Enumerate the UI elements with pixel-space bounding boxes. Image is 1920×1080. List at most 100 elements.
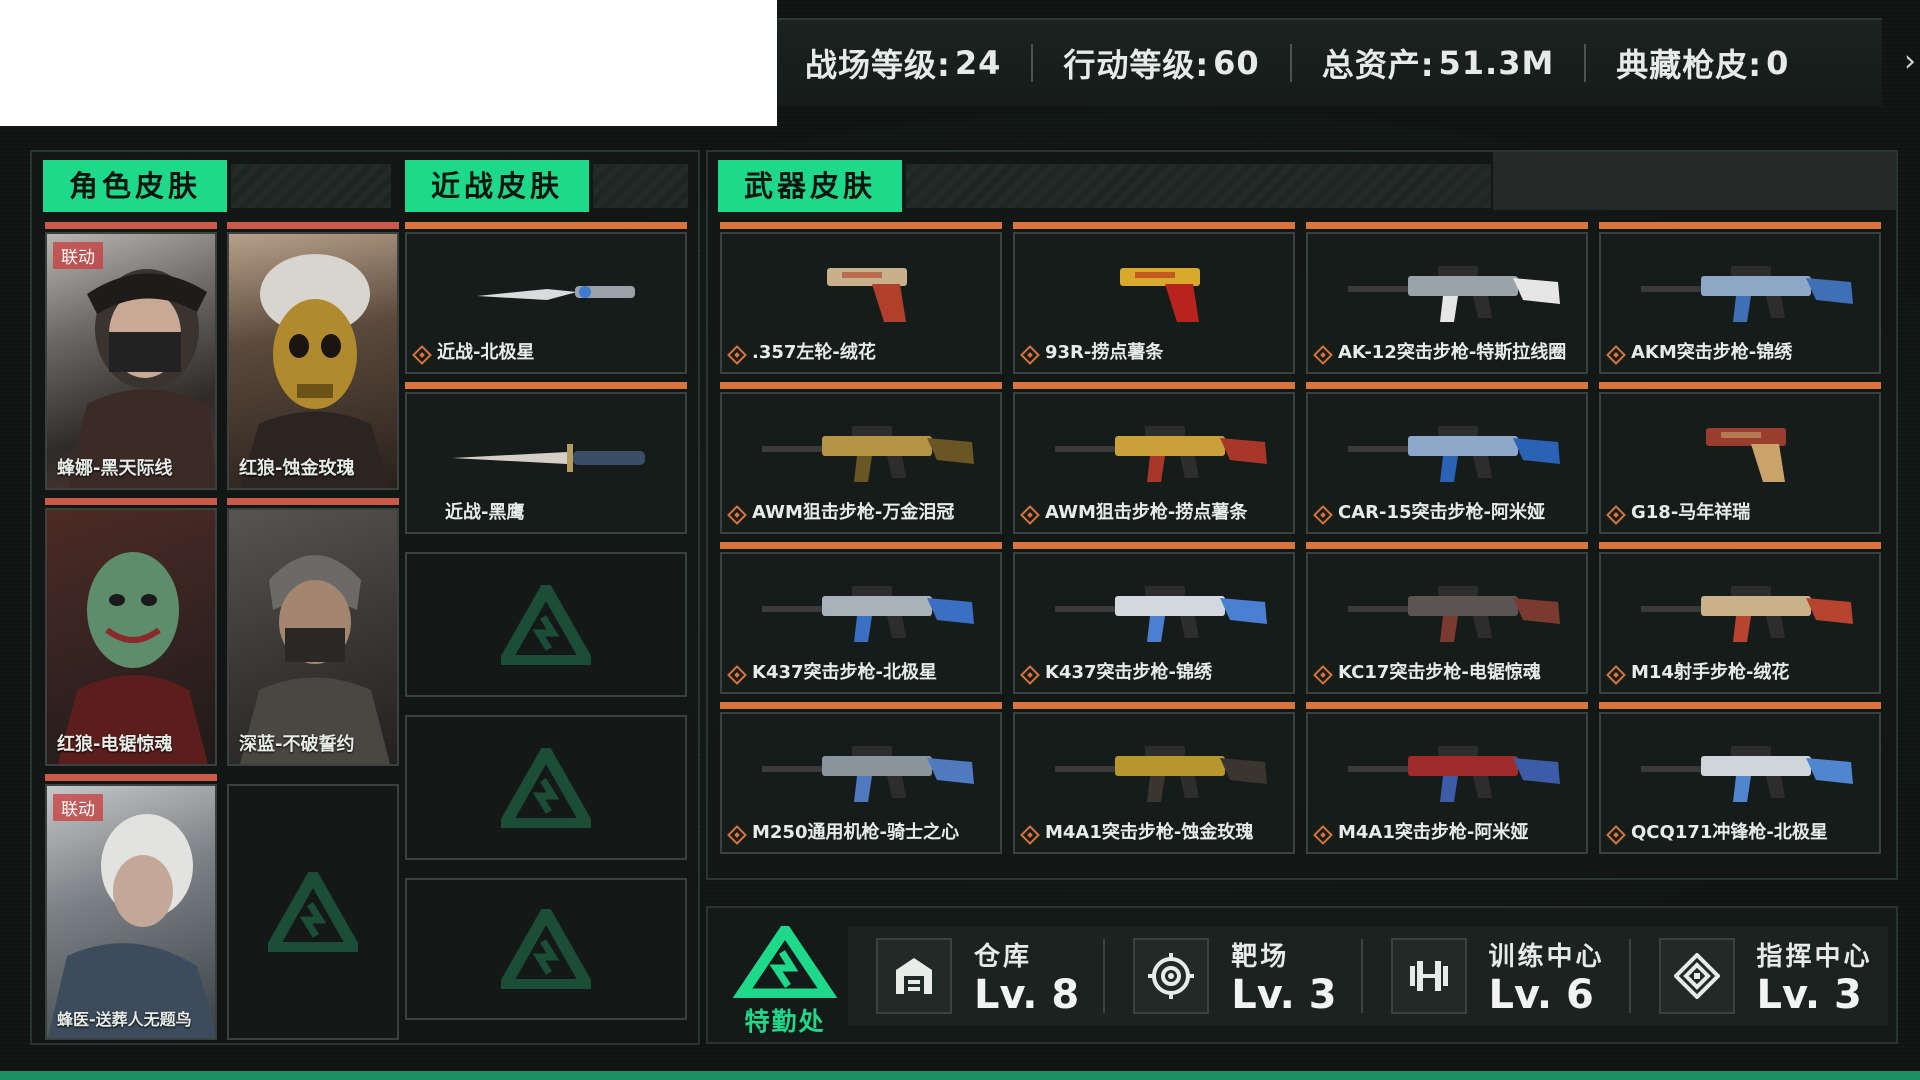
weapon-skin-card[interactable]: K437突击步枪-北极星 <box>720 542 1002 694</box>
skin-quality-icon <box>1606 665 1626 685</box>
weapon-image <box>1641 746 1853 802</box>
skin-quality-icon <box>412 345 432 365</box>
weapon-image <box>1641 266 1853 322</box>
skin-label: K437突击步枪-锦绣 <box>1045 662 1212 683</box>
portrait-image <box>47 786 215 1038</box>
skin-quality-icon <box>1313 825 1333 845</box>
facility-name: 靶场 <box>1231 941 1290 972</box>
skin-quality-icon <box>1606 825 1626 845</box>
weapon-skin-card[interactable]: CAR-15突击步枪-阿米娅 <box>1306 382 1588 534</box>
character-skin-card[interactable]: 深蓝-不破誓约 <box>227 498 399 766</box>
facility-level: Lv. 3 <box>1756 971 1862 1018</box>
facility-shooting-range[interactable]: 靶场 Lv. 3 <box>1105 926 1363 1026</box>
section-weapon-skins: 武器皮肤 <box>718 160 1492 212</box>
weapon-image <box>1641 586 1853 642</box>
facility-training-center[interactable]: 训练中心 Lv. 6 <box>1363 926 1631 1026</box>
empty-skin-slot <box>227 784 399 1040</box>
weapon-skin-card[interactable]: M250通用机枪-骑士之心 <box>720 702 1002 854</box>
skin-label: QCQ171冲锋枪-北极星 <box>1631 822 1828 843</box>
skin-label: 近战-黑鹰 <box>445 502 525 523</box>
weapon-skin-card[interactable]: QCQ171冲锋枪-北极星 <box>1599 702 1881 854</box>
hq-label: 特勤处 <box>744 1007 826 1036</box>
stat-value: 60 <box>1213 44 1260 82</box>
skin-label: K437突击步枪-北极星 <box>752 662 937 683</box>
skin-label: AK-12突击步枪-特斯拉线圈 <box>1338 342 1567 363</box>
weapon-skin-card[interactable]: G18-马年祥瑞 <box>1599 382 1881 534</box>
skin-label: M14射手步枪-绒花 <box>1631 662 1790 683</box>
special-ops-hq[interactable]: 特勤处 <box>730 926 840 1038</box>
character-skin-card[interactable]: 红狼-电锯惊魂 <box>45 498 217 766</box>
skin-label: AKM突击步枪-锦绣 <box>1631 342 1793 363</box>
weapon-skin-card[interactable]: AWM狙击步枪-捞点薯条 <box>1013 382 1295 534</box>
special-ops-logo-icon <box>732 926 838 998</box>
weapon-image <box>1348 266 1560 322</box>
tab-decor <box>593 164 689 208</box>
skin-label: G18-马年祥瑞 <box>1631 502 1751 523</box>
skin-label: KC17突击步枪-电锯惊魂 <box>1338 662 1541 683</box>
facility-list: 仓库 Lv. 8 靶场 Lv. 3 训练中心 Lv. 6 指挥中心 Lv. 3 <box>848 926 1888 1026</box>
weapon-image <box>1055 426 1267 482</box>
facility-command-center[interactable]: 指挥中心 Lv. 3 <box>1631 926 1873 1026</box>
stat-label: 战场等级: <box>805 46 951 84</box>
weapon-image <box>1055 586 1267 642</box>
section-character-skins: 角色皮肤 <box>43 160 392 212</box>
stat-label: 典藏枪皮: <box>1616 46 1763 84</box>
facility-bar: 特勤处 仓库 Lv. 8 靶场 Lv. 3 训练中心 Lv. 6 指挥中心 Lv… <box>706 906 1898 1044</box>
command-icon <box>1658 938 1735 1014</box>
weapon-image <box>1706 428 1786 482</box>
chevron-right-icon[interactable]: › <box>1904 44 1916 79</box>
character-skin-card[interactable]: 联动 蜂医-送葬人无题鸟 <box>45 774 217 1040</box>
weapon-skin-card[interactable]: KC17突击步枪-电锯惊魂 <box>1306 542 1588 694</box>
weapon-skin-card[interactable]: AKM突击步枪-锦绣 <box>1599 222 1881 374</box>
skin-label: AWM狙击步枪-捞点薯条 <box>1045 502 1248 523</box>
melee-skin-card[interactable]: 近战-北极星 <box>405 222 687 374</box>
warehouse-icon <box>876 938 952 1014</box>
empty-skin-slot <box>405 552 687 697</box>
skin-quality-icon <box>1020 825 1040 845</box>
skin-quality-icon <box>1020 665 1040 685</box>
weapon-skin-card[interactable]: AK-12突击步枪-特斯拉线圈 <box>1306 222 1588 374</box>
skin-quality-icon <box>1606 505 1626 525</box>
weapon-image <box>1348 746 1560 802</box>
skin-label: .357左轮-绒花 <box>752 342 876 363</box>
portrait-image <box>229 234 397 488</box>
logo-watermark-icon <box>268 872 358 952</box>
skin-label: CAR-15突击步枪-阿米娅 <box>1338 502 1545 523</box>
weapon-skin-card[interactable]: 93R-捞点薯条 <box>1013 222 1295 374</box>
skin-quality-icon <box>1313 345 1333 365</box>
knife-image <box>477 286 635 300</box>
portrait-image <box>47 510 215 764</box>
weapon-skin-card[interactable]: .357左轮-绒花 <box>720 222 1002 374</box>
skin-quality-icon <box>727 505 747 525</box>
facility-name: 指挥中心 <box>1756 941 1873 972</box>
weapon-skin-card[interactable]: M14射手步枪-绒花 <box>1599 542 1881 694</box>
collab-badge: 联动 <box>53 794 103 821</box>
tab-decor <box>231 164 392 208</box>
weapon-image <box>1348 586 1560 642</box>
collection-skins: 典藏枪皮: 0 <box>1586 40 1819 86</box>
section-title: 角色皮肤 <box>43 160 228 212</box>
character-skin-card[interactable]: 红狼-蚀金玫瑰 <box>227 222 399 490</box>
portrait-image <box>47 234 215 488</box>
redacted-area <box>0 0 777 126</box>
stat-value: 24 <box>954 44 1002 82</box>
character-skin-card[interactable]: 联动 蜂娜-黑天际线 <box>45 222 217 490</box>
stat-value: 0 <box>1766 44 1790 82</box>
facility-name: 仓库 <box>974 941 1033 972</box>
logo-watermark-icon <box>501 909 591 989</box>
weapon-skin-card[interactable]: K437突击步枪-锦绣 <box>1013 542 1295 694</box>
skin-quality-icon <box>727 345 747 365</box>
skin-label: 93R-捞点薯条 <box>1045 342 1164 363</box>
facility-warehouse[interactable]: 仓库 Lv. 8 <box>848 926 1106 1026</box>
action-level: 行动等级: 60 <box>1033 40 1289 86</box>
knife-image <box>452 444 645 472</box>
weapon-skin-card[interactable]: M4A1突击步枪-蚀金玫瑰 <box>1013 702 1295 854</box>
weapon-image <box>762 746 974 802</box>
weapon-skin-card[interactable]: M4A1突击步枪-阿米娅 <box>1306 702 1588 854</box>
weapon-skin-card[interactable]: AWM狙击步枪-万金泪冠 <box>720 382 1002 534</box>
skin-label: M250通用机枪-骑士之心 <box>752 822 959 843</box>
bottom-accent-strip <box>0 1071 1920 1080</box>
stat-label: 总资产: <box>1321 46 1435 84</box>
melee-skin-card[interactable]: 近战-黑鹰 <box>405 382 687 534</box>
weapon-image <box>1348 426 1560 482</box>
